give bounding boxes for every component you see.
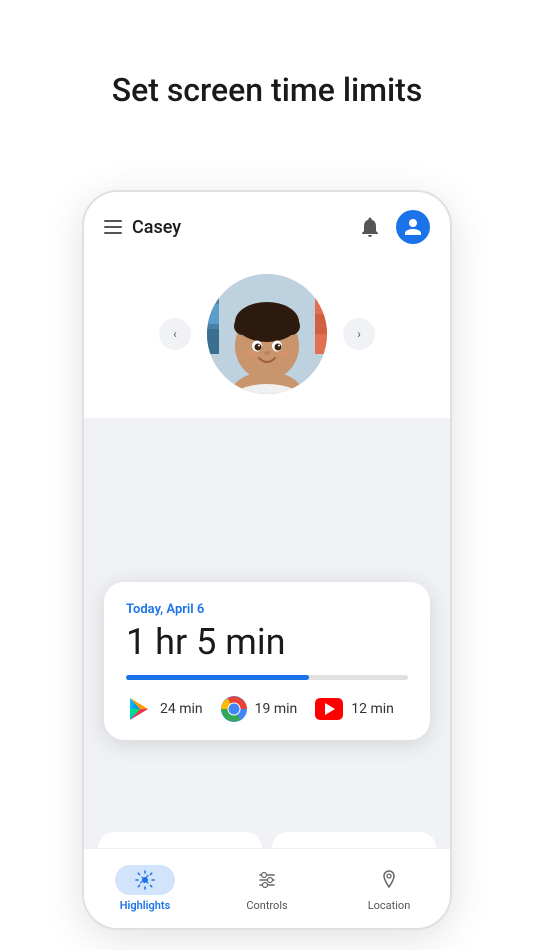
chrome-time: 19 min bbox=[255, 701, 298, 717]
left-arrow-button[interactable]: ‹ bbox=[159, 318, 191, 350]
progress-bar bbox=[126, 675, 408, 680]
youtube-usage: 12 min bbox=[315, 698, 394, 720]
app-usage-row: 24 min 19 min bbox=[126, 696, 408, 722]
page-title: Set screen time limits bbox=[0, 0, 534, 140]
highlights-icon bbox=[134, 869, 156, 891]
user-name-label: Casey bbox=[132, 217, 181, 238]
bell-icon[interactable] bbox=[358, 215, 382, 239]
profile-image bbox=[207, 274, 327, 394]
location-nav-label: Location bbox=[368, 899, 411, 912]
location-nav-icon-wrapper bbox=[359, 865, 419, 895]
youtube-time: 12 min bbox=[351, 701, 394, 717]
profile-section: ‹ bbox=[84, 254, 450, 418]
right-arrow-button[interactable]: › bbox=[343, 318, 375, 350]
play-store-usage: 24 min bbox=[126, 696, 203, 722]
nav-location[interactable]: Location bbox=[349, 865, 429, 912]
nav-highlights[interactable]: Highlights bbox=[105, 865, 185, 912]
controls-nav-icon-wrapper bbox=[237, 865, 297, 895]
play-store-icon bbox=[126, 696, 152, 722]
controls-icon bbox=[256, 869, 278, 891]
phone-header: Casey bbox=[84, 192, 450, 254]
avatar-icon[interactable] bbox=[396, 210, 430, 244]
phone-mockup: Casey ‹ bbox=[82, 190, 452, 930]
controls-nav-label: Controls bbox=[246, 899, 287, 912]
play-store-time: 24 min bbox=[160, 701, 203, 717]
location-icon bbox=[378, 869, 400, 891]
chrome-usage: 19 min bbox=[221, 696, 298, 722]
chrome-icon bbox=[221, 696, 247, 722]
nav-controls[interactable]: Controls bbox=[227, 865, 307, 912]
card-time: 1 hr 5 min bbox=[126, 621, 408, 663]
progress-bar-fill bbox=[126, 675, 309, 680]
youtube-icon bbox=[315, 698, 343, 720]
highlights-nav-icon-wrapper bbox=[115, 865, 175, 895]
hamburger-icon[interactable] bbox=[104, 220, 122, 234]
bottom-nav: Highlights Controls bbox=[84, 848, 450, 928]
card-date: Today, April 6 bbox=[126, 602, 408, 617]
highlights-nav-label: Highlights bbox=[120, 899, 171, 912]
usage-card: Today, April 6 1 hr 5 min bbox=[104, 582, 430, 740]
